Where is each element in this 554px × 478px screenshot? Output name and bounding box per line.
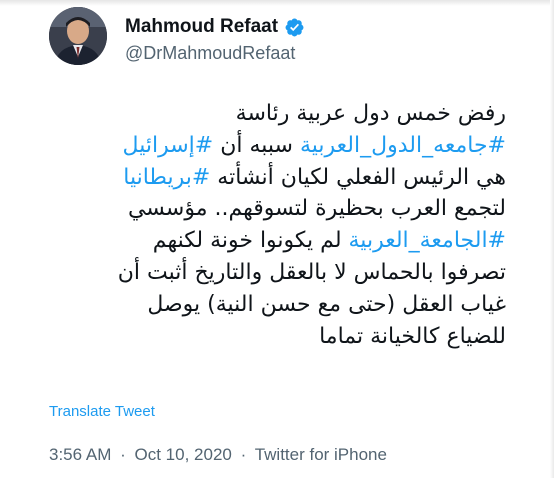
tweet-line: رفض خمس دول عربية رئاسة	[48, 98, 506, 130]
tweet-line: لتجمع العرب بحظيرة لتسوقهم.. مؤسسي	[48, 193, 506, 225]
hashtag-link[interactable]: #بريطانيا	[123, 165, 210, 190]
tweet-line: #الجامعة_العربية لم يكونوا خونة لكنهم	[48, 225, 506, 257]
tweet-line: هي الرئيس الفعلي لكيان أنشأته #بريطانيا	[48, 162, 506, 194]
tweet-text-segment: غياب العقل (حتى مع حسن النية) يوصل	[147, 291, 506, 317]
tweet-line: #جامعه_الدول_العربية سببه أن #إسرائيل	[48, 130, 506, 162]
tweet-text-segment: للضياع كالخيانة تماما	[319, 323, 506, 349]
tweet-text-segment: لم يكونوا خونة لكنهم	[152, 228, 349, 254]
tweet-text: رفض خمس دول عربية رئاسة #جامعه_الدول_العر…	[48, 98, 506, 352]
hashtag-link[interactable]: #إسرائيل	[123, 133, 214, 158]
tweet-line: غياب العقل (حتى مع حسن النية) يوصل	[48, 289, 506, 321]
author-name-text: Mahmoud Refaat	[125, 16, 279, 37]
tweet-text-segment: لتجمع العرب بحظيرة لتسوقهم.. مؤسسي	[127, 196, 506, 222]
author-name[interactable]: Mahmoud Refaat	[125, 16, 305, 38]
tweet-meta: 3:56 AM · Oct 10, 2020 · Twitter for iPh…	[49, 445, 387, 465]
tweet-text-segment: هي الرئيس الفعلي لكيان أنشأته	[210, 164, 506, 190]
translate-tweet-link[interactable]: Translate Tweet	[49, 403, 155, 420]
avatar-photo	[49, 7, 107, 65]
tweet-text-segment: سببه أن	[213, 132, 300, 158]
hashtag-link[interactable]: #الجامعة_العربية	[349, 228, 506, 253]
right-shadow	[550, 0, 554, 478]
tweet-time[interactable]: 3:56 AM	[49, 445, 111, 464]
tweet-line: للضياع كالخيانة تماما	[48, 321, 506, 353]
tweet-text-segment: تصرفوا بالحماس لا بالعقل والتاريخ أثبت أ…	[117, 259, 506, 285]
tweet-source[interactable]: Twitter for iPhone	[255, 445, 387, 464]
tweet-text-segment: رفض خمس دول عربية رئاسة	[235, 101, 506, 126]
hashtag-link[interactable]: #جامعه_الدول_العربية	[300, 133, 506, 158]
author-handle[interactable]: @DrMahmoudRefaat	[125, 43, 295, 64]
verified-badge-icon	[285, 18, 304, 36]
meta-separator: ·	[240, 445, 247, 464]
avatar[interactable]	[49, 7, 107, 65]
tweet-line: تصرفوا بالحماس لا بالعقل والتاريخ أثبت أ…	[48, 257, 506, 289]
tweet-screenshot: Mahmoud Refaat @DrMahmoudRefaat رفض خمس …	[0, 0, 554, 478]
tweet-date[interactable]: Oct 10, 2020	[135, 445, 232, 464]
meta-separator: ·	[120, 445, 126, 464]
top-shadow	[0, 0, 554, 6]
